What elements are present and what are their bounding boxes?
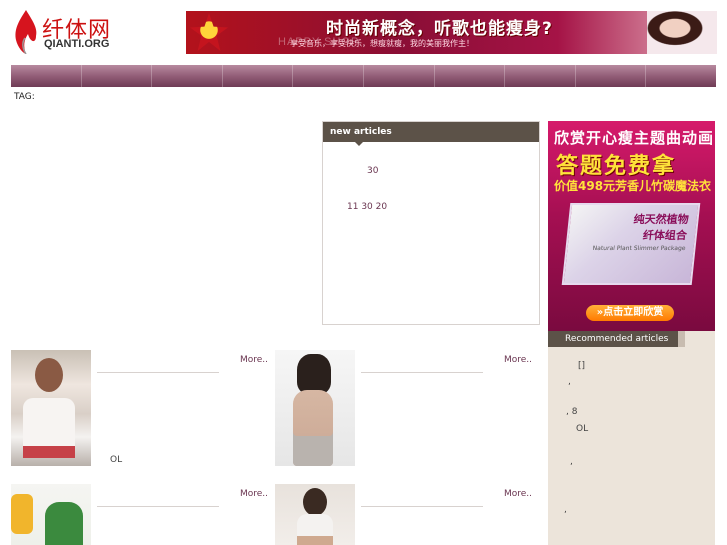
ad-line-3: 价值498元芳香儿竹碳魔法衣 <box>554 179 712 193</box>
more-link[interactable]: More.. <box>240 489 268 499</box>
article-thumbnail[interactable] <box>11 350 91 466</box>
flame-logo-icon <box>15 10 37 54</box>
recommended-title: Recommended articles <box>548 331 678 347</box>
nav-item[interactable] <box>223 65 294 87</box>
new-articles-title: new articles <box>323 122 539 146</box>
nav-item[interactable] <box>646 65 716 87</box>
list-item[interactable]: , <box>568 377 571 387</box>
banner-model-image <box>647 11 717 54</box>
top-banner-ad[interactable]: HAPPY SHOP 时尚新概念，听歌也能瘦身? 享受音乐，享受快乐，想瘦就瘦，… <box>186 11 717 54</box>
more-link[interactable]: More.. <box>504 489 532 499</box>
product-box-image: 纯天然植物 纤体组合 Natural Plant Slimmer Package <box>561 203 701 285</box>
divider <box>361 506 483 507</box>
ad-line-2: 答题免费拿 <box>556 154 677 179</box>
article-thumbnail[interactable] <box>275 350 355 466</box>
list-item[interactable]: [] <box>578 361 585 371</box>
list-item[interactable]: OL <box>576 424 588 434</box>
nav-item[interactable] <box>505 65 576 87</box>
divider <box>361 372 483 373</box>
list-item[interactable]: 30 <box>367 166 378 176</box>
nav-item[interactable] <box>576 65 647 87</box>
product-subtitle: Natural Plant Slimmer Package <box>592 245 686 252</box>
ad-line-1: 欣赏开心瘦主题曲动画 <box>554 129 715 147</box>
divider <box>97 506 219 507</box>
nav-item[interactable] <box>364 65 435 87</box>
side-banner-ad[interactable]: 欣赏开心瘦主题曲动画 答题免费拿 价值498元芳香儿竹碳魔法衣 纯天然植物 纤体… <box>548 121 715 331</box>
star-icon <box>190 13 228 51</box>
article-title[interactable]: OL <box>110 455 122 465</box>
nav-item[interactable] <box>152 65 223 87</box>
product-title-2: 纤体组合 <box>642 229 688 242</box>
product-title-1: 纯天然植物 <box>632 213 690 226</box>
recommended-title-tab <box>678 331 685 347</box>
site-logo[interactable]: 纤体网 QIANTI.ORG <box>14 10 124 56</box>
nav-item[interactable] <box>293 65 364 87</box>
nav-item[interactable] <box>435 65 506 87</box>
article-thumbnail[interactable] <box>11 484 91 545</box>
list-item[interactable]: , 8 <box>566 407 577 417</box>
ad-cta-button[interactable]: »点击立即欣赏 <box>586 305 674 321</box>
list-item[interactable]: , <box>564 505 567 515</box>
more-link[interactable]: More.. <box>504 355 532 365</box>
banner-subtext: 享受音乐，享受快乐，想瘦就瘦，我的美丽我作主！ <box>290 39 474 48</box>
divider <box>97 372 219 373</box>
list-item[interactable]: , <box>570 457 573 467</box>
main-nav <box>11 65 716 87</box>
new-articles-panel: new articles 30 11 30 20 <box>322 121 540 325</box>
nav-item[interactable] <box>82 65 153 87</box>
banner-headline: 时尚新概念，听歌也能瘦身? <box>326 19 553 39</box>
list-item[interactable]: 11 30 20 <box>347 202 387 212</box>
recommended-panel: Recommended articles [] , , 8 OL , , <box>548 331 715 545</box>
article-thumbnail[interactable] <box>275 484 355 545</box>
nav-item[interactable] <box>11 65 82 87</box>
tag-label: TAG: <box>14 92 35 102</box>
more-link[interactable]: More.. <box>240 355 268 365</box>
logo-text-en: QIANTI.ORG <box>44 38 110 50</box>
